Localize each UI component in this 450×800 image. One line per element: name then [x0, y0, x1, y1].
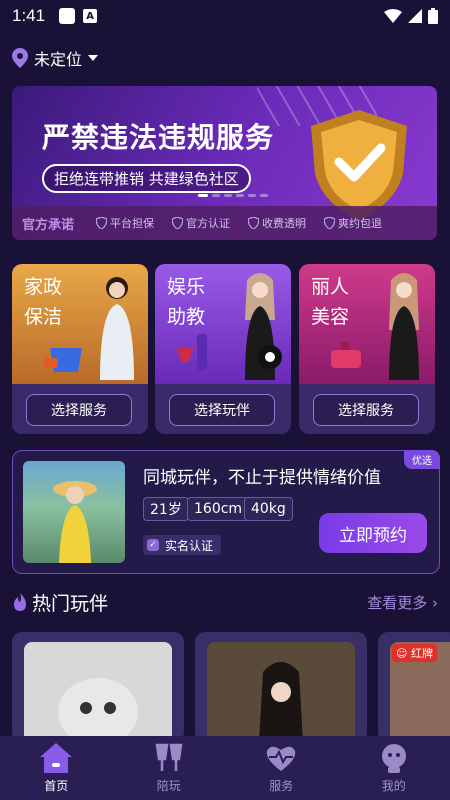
service-image: 娱乐助教 [155, 264, 291, 384]
location-pin-icon [12, 48, 28, 68]
banner-pagination [198, 194, 268, 197]
promise-title: 官方承诺 [22, 217, 75, 233]
companion-photo [24, 642, 172, 742]
official-promise-bar: 官方承诺 平台担保 官方认证 收费透明 爽约包退 [12, 206, 437, 240]
check-icon: ✓ [147, 539, 159, 551]
drinks-icon [177, 334, 207, 370]
shield-icon [172, 217, 184, 229]
weight-pill: 40kg [244, 497, 293, 521]
location-selector[interactable]: 未定位 [12, 46, 99, 70]
tab-service[interactable]: 服务 [225, 736, 338, 800]
wifi-icon [384, 9, 402, 23]
hot-companion-card[interactable]: ☺ 红牌 [378, 632, 450, 742]
battery-icon [428, 8, 438, 24]
cheers-icon [155, 743, 183, 771]
caret-down-icon [88, 55, 99, 61]
service-card-entertainment[interactable]: 娱乐助教 选择玩伴 [155, 264, 291, 434]
verified-label: 实名认证 [165, 538, 214, 553]
service-image: 家政保洁 [12, 264, 148, 384]
companion-photo [207, 642, 355, 742]
verified-badge: ✓ 实名认证 [143, 535, 222, 555]
billiard-ball-icon [258, 345, 282, 369]
bottom-tab-bar: 首页 陪玩 服务 我的 [0, 736, 450, 800]
location-label: 未定位 [34, 50, 83, 69]
shield-icon [96, 217, 108, 229]
service-label: 丽人美容 [311, 276, 350, 328]
shield-icon [324, 217, 336, 229]
age-pill: 21岁 [143, 497, 189, 521]
promise-item: 收费透明 [248, 215, 306, 231]
service-card-housekeeping[interactable]: 家政保洁 选择服务 [12, 264, 148, 434]
featured-tag: 优选 [404, 450, 440, 469]
service-label: 娱乐助教 [167, 276, 206, 328]
service-label: 家政保洁 [24, 276, 63, 328]
hot-section-header: 热门玩伴 查看更多 › [12, 590, 438, 615]
promise-item: 爽约包退 [324, 215, 382, 231]
promise-item: 平台担保 [96, 215, 154, 231]
companion-photo [23, 461, 125, 563]
hot-companion-card[interactable] [195, 632, 367, 742]
book-now-button[interactable]: 立即预约 [319, 513, 427, 553]
profile-icon [381, 743, 406, 773]
notification-icon [59, 8, 76, 24]
hot-title: 热门玩伴 [32, 592, 109, 615]
shield-icon [248, 217, 260, 229]
signal-icon [408, 9, 422, 23]
person-illustration [100, 277, 134, 380]
tab-home[interactable]: 首页 [0, 736, 113, 800]
service-image: 丽人美容 [299, 264, 435, 384]
status-bar: 1:41 A [0, 0, 450, 32]
select-service-button[interactable]: 选择服务 [26, 394, 132, 426]
featured-companion-card[interactable]: 优选 同城玩伴，不止于提供情绪价值 21岁 160cm 40kg ✓ 实名认证 … [12, 450, 440, 574]
featured-title: 同城玩伴，不止于提供情绪价值 [143, 468, 381, 488]
person-illustration [389, 273, 419, 380]
hot-companion-card[interactable] [12, 632, 184, 742]
banner-title: 严禁违法违规服务 [42, 121, 275, 154]
banner-subtitle: 拒绝连带推销 共建绿色社区 [42, 164, 251, 193]
red-badge: ☺ 红牌 [392, 644, 437, 662]
select-service-button[interactable]: 选择服务 [313, 394, 419, 426]
tab-companion[interactable]: 陪玩 [113, 736, 226, 800]
status-time: 1:41 [12, 6, 46, 25]
service-card-beauty[interactable]: 丽人美容 选择服务 [299, 264, 435, 434]
heart-pulse-icon [267, 746, 296, 771]
flame-icon [14, 593, 26, 611]
tab-profile[interactable]: 我的 [338, 736, 450, 800]
select-companion-button[interactable]: 选择玩伴 [169, 394, 275, 426]
see-more-link[interactable]: 查看更多 › [367, 592, 438, 613]
home-icon [40, 742, 73, 773]
promise-item: 官方认证 [172, 215, 230, 231]
cosmetics-icon [331, 342, 361, 368]
app-notification-icon: A [83, 9, 98, 23]
height-pill: 160cm [187, 497, 250, 521]
cleaning-bucket-icon [44, 348, 82, 372]
